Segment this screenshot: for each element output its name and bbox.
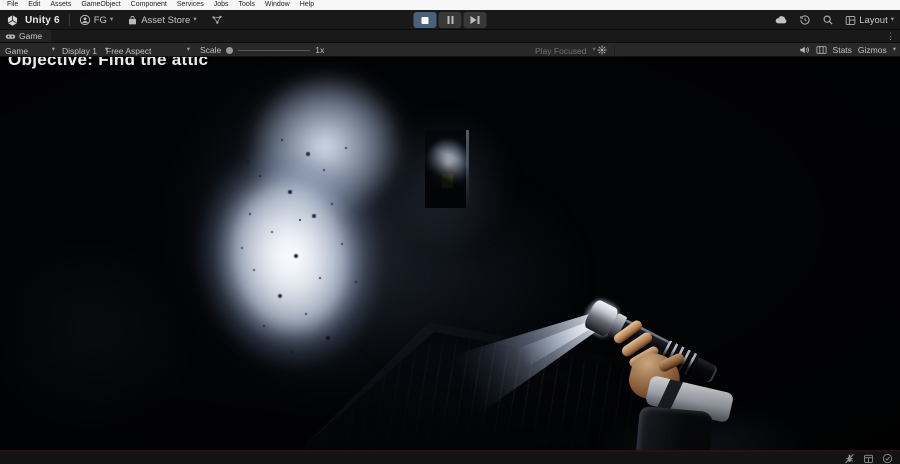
display-dropdown[interactable]: Display 1 ▾ <box>62 43 108 57</box>
play-focused-dropdown[interactable]: Play Focused ▾ <box>535 43 596 57</box>
unity-logo-icon <box>6 14 19 27</box>
game-mode-label: Game <box>5 45 29 56</box>
scale-label: Scale <box>200 45 222 55</box>
menu-item-help[interactable]: Help <box>295 0 319 10</box>
chevron-down-icon: ▾ <box>592 45 596 53</box>
menu-item-file[interactable]: File <box>2 0 23 10</box>
progress-check-icon[interactable] <box>882 453 893 464</box>
pause-button[interactable] <box>438 12 462 28</box>
product-name: Unity 6 <box>25 14 60 26</box>
asset-store-label: Asset Store <box>141 14 191 26</box>
menu-item-window[interactable]: Window <box>260 0 295 10</box>
gamepad-icon <box>5 32 16 41</box>
search-icon[interactable] <box>822 14 834 26</box>
stop-icon <box>421 16 429 24</box>
menu-bar: File Edit Assets GameObject Component Se… <box>0 0 900 10</box>
chevron-down-icon: ▾ <box>109 15 114 23</box>
scale-value: 1x <box>315 45 325 55</box>
layout-dropdown[interactable]: Layout ▾ <box>845 15 894 26</box>
menu-item-assets[interactable]: Assets <box>45 0 76 10</box>
pause-icon <box>447 16 453 24</box>
chevron-down-icon: ▾ <box>51 45 55 53</box>
view-tab-bar: Game ⋮ <box>0 30 900 43</box>
menu-item-tools[interactable]: Tools <box>234 0 260 10</box>
scale-slider-knob[interactable] <box>226 46 234 54</box>
asset-store-button[interactable]: Asset Store ▾ <box>127 14 197 26</box>
toolbar-left-group: Unity 6 FG ▾ Asset Store ▾ <box>6 10 223 30</box>
menu-item-services[interactable]: Services <box>172 0 209 10</box>
account-avatar-icon <box>79 14 91 26</box>
chevron-down-icon: ▾ <box>892 45 896 53</box>
aspect-ratio-dropdown[interactable]: Free Aspect ▾ <box>106 43 190 57</box>
stop-button[interactable] <box>413 12 437 28</box>
account-label: FG <box>93 14 107 26</box>
record-grid-icon[interactable] <box>816 45 827 55</box>
aspect-ratio-label: Free Aspect <box>106 45 152 56</box>
menu-item-component[interactable]: Component <box>126 0 172 10</box>
scale-slider-track[interactable] <box>238 49 311 51</box>
main-toolbar: Unity 6 FG ▾ Asset Store ▾ Layout ▾ <box>0 10 900 30</box>
debugger-disabled-icon[interactable] <box>844 453 855 464</box>
game-mode-dropdown[interactable]: Game ▾ <box>5 43 55 57</box>
tab-game-label: Game <box>19 31 43 41</box>
toolbar-right-group: Layout ▾ <box>774 10 894 30</box>
mute-audio-icon[interactable] <box>799 45 810 55</box>
chevron-down-icon: ▾ <box>193 15 197 23</box>
game-toolbar-right: Stats Gizmos ▾ <box>799 43 896 57</box>
step-icon <box>470 16 480 24</box>
layout-grid-icon <box>845 15 856 26</box>
toolbar-divider <box>614 45 615 55</box>
scale-slider: Scale 1x <box>200 43 324 57</box>
chevron-down-icon: ▾ <box>186 45 190 53</box>
tab-overflow-menu[interactable]: ⋮ <box>886 30 895 43</box>
chevron-down-icon: ▾ <box>890 15 894 23</box>
cache-package-icon[interactable] <box>863 453 874 464</box>
toolbar-divider <box>68 14 70 26</box>
capture-flare-icon[interactable] <box>597 45 607 55</box>
objective-hud-text: Objective: Find the attic <box>8 57 209 69</box>
game-view-toolbar: Game ▾ Display 1 ▾ Free Aspect ▾ Scale 1… <box>0 43 900 57</box>
menu-item-edit[interactable]: Edit <box>23 0 45 10</box>
account-dropdown[interactable]: FG ▾ <box>79 14 113 26</box>
status-bar <box>0 452 900 464</box>
stats-toggle[interactable]: Stats <box>833 45 852 55</box>
game-viewport[interactable]: Objective: Find the attic <box>0 57 900 450</box>
bag-icon <box>127 15 138 26</box>
menu-item-gameobject[interactable]: GameObject <box>76 0 125 10</box>
play-focused-label: Play Focused <box>535 45 587 56</box>
play-controls <box>413 12 487 28</box>
scene-vignette <box>0 57 900 450</box>
menu-item-jobs[interactable]: Jobs <box>209 0 234 10</box>
layout-label: Layout <box>859 14 888 26</box>
history-icon[interactable] <box>799 14 811 26</box>
unity-editor-window: File Edit Assets GameObject Component Se… <box>0 0 900 464</box>
gizmos-dropdown[interactable]: Gizmos <box>858 45 887 55</box>
step-button[interactable] <box>463 12 487 28</box>
display-label: Display 1 <box>62 45 97 56</box>
tab-game[interactable]: Game <box>0 30 52 42</box>
cloud-icon[interactable] <box>774 14 788 26</box>
multiplayer-network-icon[interactable] <box>211 14 223 26</box>
